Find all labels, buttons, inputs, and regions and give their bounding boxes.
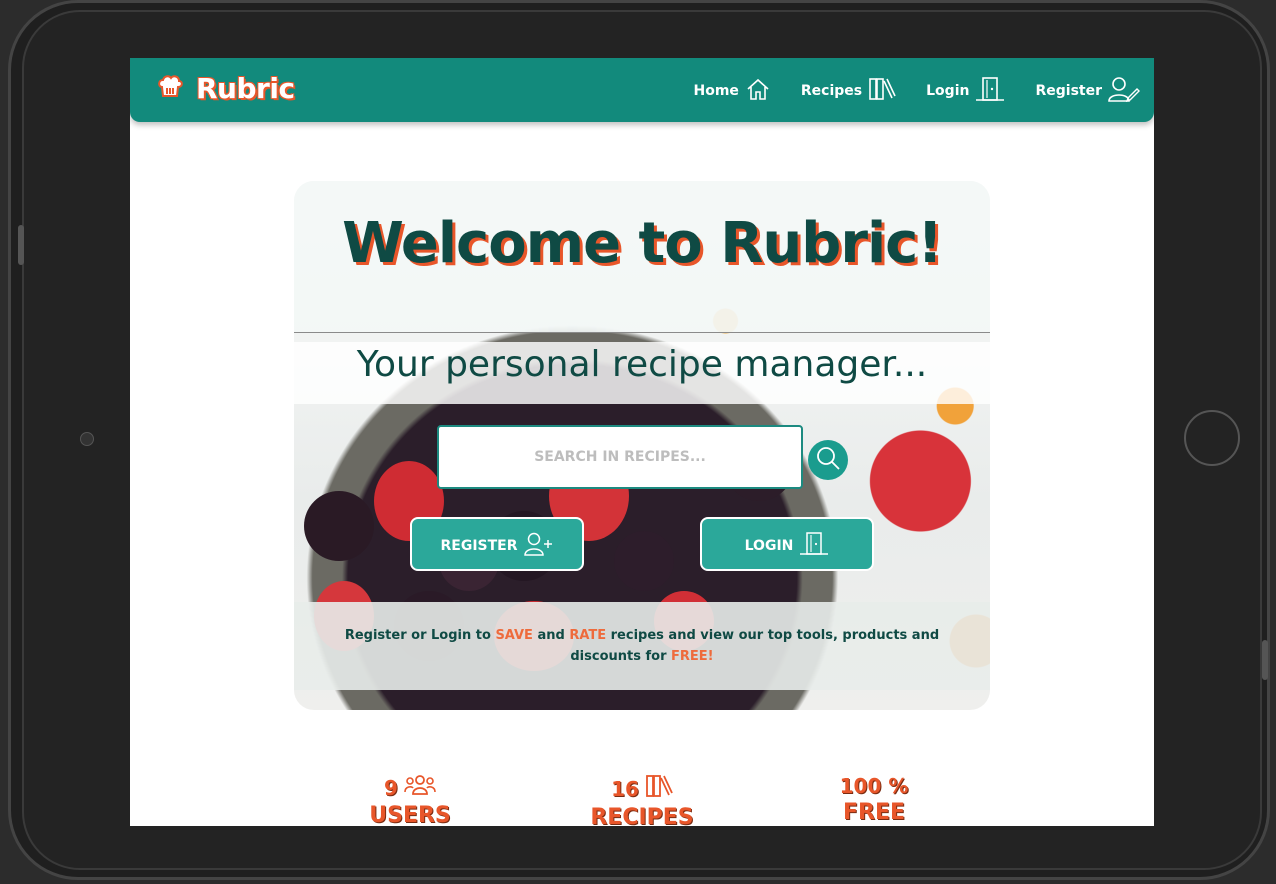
- register-button[interactable]: REGISTER: [410, 517, 584, 571]
- info-text: Register or Login to SAVE and RATE recip…: [310, 625, 974, 667]
- brand[interactable]: Rubric: [156, 72, 295, 105]
- stat-recipes: 16 RECIPES: [552, 774, 732, 826]
- nav-login-label: Login: [926, 83, 970, 99]
- hero-card: Welcome to Rubric! Your personal recipe …: [294, 181, 990, 710]
- tablet-device: Rubric Home Recipes Login Register Welco…: [0, 0, 1276, 884]
- nav-register[interactable]: Register: [1035, 76, 1140, 106]
- stat-free-value: 100 %: [839, 774, 909, 798]
- stat-users-value: 9: [384, 775, 398, 800]
- search-icon: [815, 445, 841, 475]
- home-icon: [745, 77, 771, 105]
- home-hardware-button[interactable]: [1184, 410, 1240, 466]
- books-icon: [645, 774, 673, 803]
- hero-title: Welcome to Rubric!: [342, 211, 943, 276]
- door-icon: [975, 76, 1005, 106]
- door-icon: [799, 532, 829, 560]
- navbar: Rubric Home Recipes Login Register: [130, 58, 1154, 122]
- chef-hat-icon: [156, 73, 184, 105]
- nav-register-label: Register: [1035, 83, 1102, 99]
- info-text-part: and: [532, 628, 570, 643]
- info-highlight-free: FREE!: [671, 649, 714, 664]
- stat-users: 9 USERS: [320, 774, 500, 826]
- stat-free-label: FREE: [842, 800, 906, 825]
- login-button-label: LOGIN: [744, 538, 794, 554]
- user-plus-icon: [523, 532, 554, 560]
- nav-recipes[interactable]: Recipes: [801, 77, 896, 105]
- nav-login[interactable]: Login: [926, 76, 1005, 106]
- stat-free: 100 % FREE: [784, 774, 964, 825]
- side-button: [1262, 640, 1268, 680]
- info-highlight-rate: RATE: [569, 628, 607, 643]
- nav-menu: Home Recipes Login Register: [693, 76, 1140, 106]
- users-icon: [404, 774, 436, 801]
- hero-subtitle: Your personal recipe manager...: [356, 344, 928, 385]
- nav-home[interactable]: Home: [693, 77, 770, 105]
- stat-recipes-value: 16: [611, 776, 639, 801]
- info-highlight-save: SAVE: [495, 628, 533, 643]
- search-button[interactable]: [808, 440, 848, 480]
- search-box: [437, 425, 803, 489]
- browser-screen: Rubric Home Recipes Login Register Welco…: [130, 58, 1154, 826]
- stats-row: 9 USERS 16 RECIPES 100 % FREE: [130, 774, 1154, 826]
- nav-home-label: Home: [693, 83, 739, 99]
- info-text-part: Register or Login to: [344, 628, 496, 643]
- nav-recipes-label: Recipes: [800, 83, 863, 99]
- volume-button: [18, 225, 24, 265]
- camera-icon: [80, 432, 94, 446]
- divider: [294, 332, 990, 333]
- brand-name: Rubric: [196, 72, 295, 105]
- register-button-label: REGISTER: [440, 538, 518, 554]
- stat-users-label: USERS: [369, 803, 451, 826]
- stat-recipes-label: RECIPES: [590, 805, 694, 826]
- info-text-part: recipes and view our top tools, products…: [570, 628, 940, 664]
- login-button[interactable]: LOGIN: [700, 517, 874, 571]
- user-edit-icon: [1108, 76, 1140, 106]
- books-icon: [868, 77, 896, 105]
- search-input[interactable]: [439, 448, 801, 466]
